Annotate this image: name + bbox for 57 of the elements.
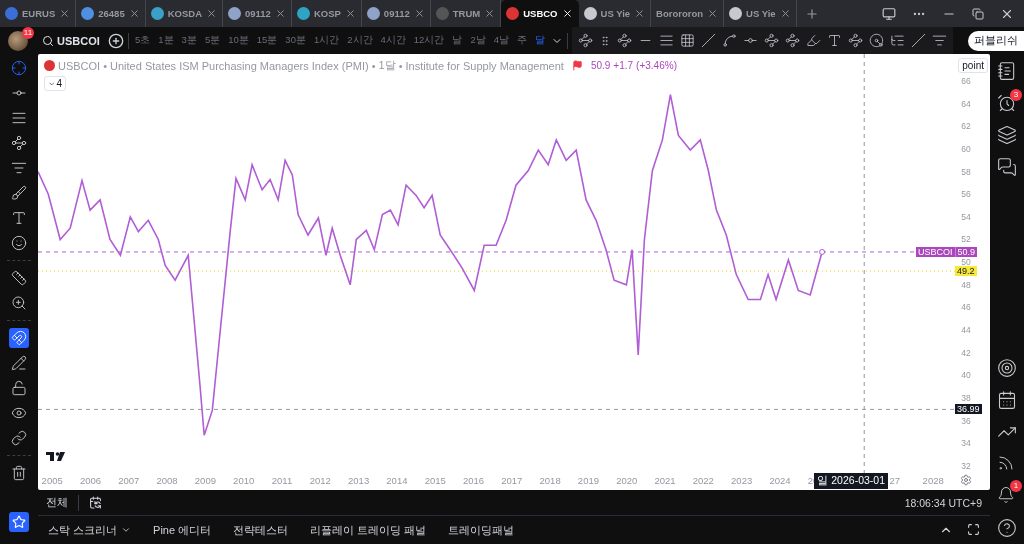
axis-label: 56 bbox=[961, 189, 971, 200]
separator-dot: • bbox=[103, 59, 108, 72]
axis-label: 52 bbox=[961, 234, 971, 245]
axis-label: 2007 bbox=[118, 475, 140, 486]
axis-label: 2010 bbox=[233, 475, 255, 486]
price-label: 36.99 bbox=[955, 404, 982, 415]
axis-label: 62 bbox=[961, 121, 971, 132]
price-label: 50.9 bbox=[954, 246, 978, 257]
axis-label: 2013 bbox=[348, 475, 370, 486]
axis-label: 48 bbox=[961, 279, 971, 290]
axis-label: 2016 bbox=[462, 475, 485, 486]
alert-badge: 3 bbox=[1010, 89, 1022, 101]
axis-label: 54 bbox=[961, 211, 971, 222]
axis-label: 2015 bbox=[424, 475, 446, 486]
axis-label: 2021 bbox=[654, 475, 676, 486]
axis-label: 2006 bbox=[79, 475, 102, 486]
axis-label: 64 bbox=[961, 98, 971, 109]
axis-label: 50 bbox=[961, 257, 971, 268]
axis-label: 2028 bbox=[922, 475, 944, 486]
axis-label: 60 bbox=[961, 143, 971, 154]
axis-label: 2005 bbox=[41, 475, 63, 486]
axis-label: 2023 bbox=[731, 475, 753, 486]
legend-text: USBCOI bbox=[58, 59, 101, 72]
axis-label: 2011 bbox=[271, 475, 293, 486]
axis-label: 46 bbox=[961, 302, 971, 313]
axis-label: 2017 bbox=[501, 475, 523, 486]
axis-label: 58 bbox=[961, 166, 971, 177]
axis-label: 66 bbox=[961, 76, 971, 87]
axis-label: 2022 bbox=[692, 475, 714, 486]
axis-label: 34 bbox=[961, 438, 971, 449]
axis-label: 2019 bbox=[577, 475, 599, 486]
series-name-label: USBCOI bbox=[916, 246, 955, 257]
separator-dot: • bbox=[398, 59, 403, 72]
axis-label: 27 bbox=[889, 475, 901, 486]
legend-text: Institute for Supply Management bbox=[405, 59, 564, 72]
legend-change: (+3.46%) bbox=[636, 60, 677, 71]
axis-label: 32 bbox=[961, 460, 971, 471]
axis-label: 36 bbox=[961, 415, 971, 426]
axis-label: 2018 bbox=[539, 475, 561, 486]
legend-text: United States ISM Purchasing Managers Index (PMI) bbox=[110, 59, 369, 72]
separator-dot: • bbox=[371, 59, 376, 72]
axis-label: 2024 bbox=[769, 475, 791, 486]
legend-text: 1달 bbox=[378, 58, 396, 73]
notification-badge: 1 bbox=[1010, 480, 1022, 492]
axis-label: 44 bbox=[961, 325, 971, 336]
crosshair-date-label: 일 2026-03-01 bbox=[814, 473, 888, 489]
axis-label: 2012 bbox=[309, 475, 331, 486]
axis-label: 2009 bbox=[194, 475, 216, 486]
axis-label: 38 bbox=[961, 392, 971, 403]
axis-label: 42 bbox=[961, 347, 971, 358]
legend-value: 50.9 bbox=[590, 60, 611, 71]
axis-label: 40 bbox=[961, 370, 971, 381]
price-label: 49.2 bbox=[955, 266, 977, 277]
axis-label: 2020 bbox=[616, 475, 638, 486]
axis-label: 2014 bbox=[386, 475, 408, 486]
legend-change: +1.7 bbox=[613, 60, 634, 71]
axis-label: 2008 bbox=[156, 475, 178, 486]
